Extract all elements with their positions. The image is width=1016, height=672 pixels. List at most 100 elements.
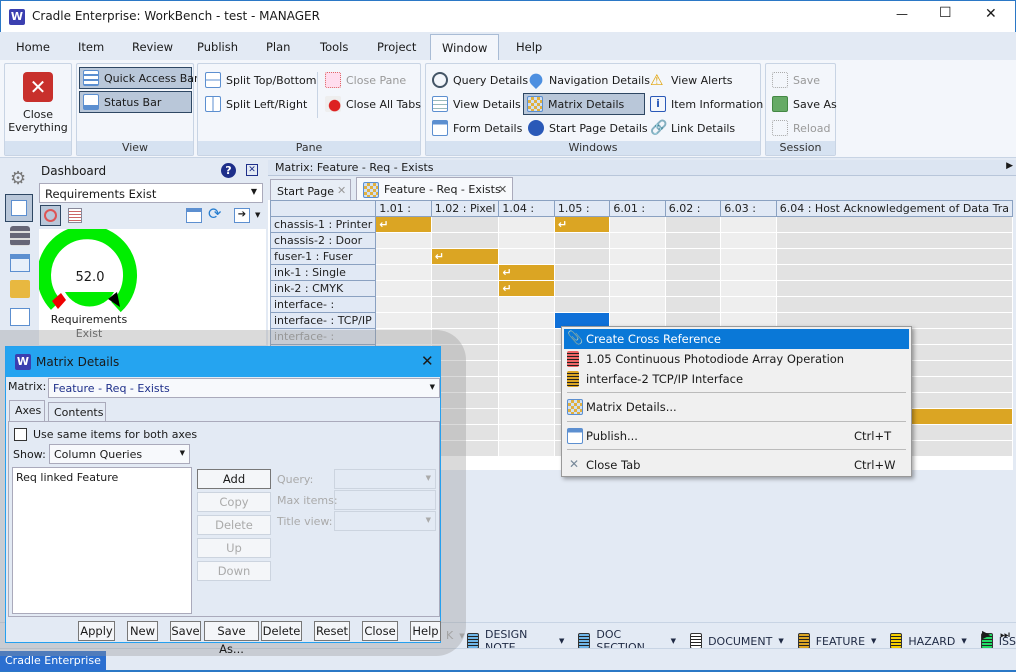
matrix-cell[interactable] [776, 216, 1013, 233]
matrix-cell[interactable] [776, 248, 1013, 265]
matrix-cell[interactable] [776, 280, 1013, 297]
menu-item-create-cross-reference[interactable]: 📎 Create Cross Reference [564, 329, 909, 349]
tab-review[interactable]: Review [132, 40, 173, 54]
list-item[interactable]: Req linked Feature [13, 468, 191, 487]
export-dropdown-icon[interactable]: ▼ [255, 211, 260, 219]
queries-list[interactable]: Req linked Feature [12, 467, 192, 614]
chevron-down-icon[interactable]: ▼ [778, 637, 783, 645]
tab-publish[interactable]: Publish [197, 40, 238, 54]
close-tab-icon[interactable]: ✕ [498, 183, 507, 196]
matrix-cell[interactable] [375, 232, 432, 249]
delete-query-button[interactable]: Delete [197, 515, 271, 535]
matrix-cell[interactable] [665, 232, 722, 249]
matrix-cell[interactable] [431, 280, 500, 297]
matrix-cell[interactable] [498, 232, 555, 249]
close-pane-button[interactable]: Close Pane [322, 69, 409, 91]
matrix-cell[interactable] [609, 296, 666, 313]
toolbar-item[interactable]: FEATURE ▼ [797, 633, 876, 649]
split-left-right-button[interactable]: Split Left/Right [202, 93, 310, 115]
menu-item-requirement[interactable]: 1.05 Continuous Photodiode Array Operati… [564, 349, 909, 369]
column-header[interactable]: 1.04 : [498, 200, 555, 217]
item-information-button[interactable]: i Item Information [647, 93, 766, 115]
matrix-cell[interactable] [720, 280, 777, 297]
matrix-cell[interactable] [498, 376, 555, 393]
matrix-cell[interactable] [375, 280, 432, 297]
row-header[interactable]: ink-1 : Single [269, 264, 377, 281]
matrix-cell[interactable] [498, 440, 555, 457]
matrix-cell[interactable] [665, 264, 722, 281]
start-page-details-button[interactable]: Start Page Details [525, 117, 651, 139]
reset-button[interactable]: Reset [314, 621, 350, 641]
up-button[interactable]: Up [197, 538, 271, 558]
refresh-icon[interactable]: ⟳ [208, 204, 221, 223]
matrix-cell[interactable] [776, 232, 1013, 249]
matrix-cell[interactable] [431, 264, 500, 281]
apply-button[interactable]: Apply [78, 621, 115, 641]
close-tab-icon[interactable]: ✕ [337, 184, 346, 197]
save-as-session-button[interactable]: Save As [769, 93, 840, 115]
matrix-cell[interactable] [665, 216, 722, 233]
title-view-select[interactable]: ▼ [334, 511, 436, 531]
close-button[interactable]: Close [362, 621, 398, 641]
matrix-cell[interactable] [375, 264, 432, 281]
help-icon[interactable]: ? [221, 163, 236, 178]
column-header[interactable]: 6.01 : [609, 200, 666, 217]
link-cell[interactable]: ↵ [375, 216, 432, 233]
link-cell[interactable]: ↵ [431, 248, 500, 265]
column-header[interactable]: 6.03 : [720, 200, 777, 217]
column-header[interactable]: 1.02 : Pixel [430, 200, 500, 217]
matrix-cell[interactable] [498, 216, 555, 233]
matrix-cell[interactable] [665, 280, 722, 297]
help-button[interactable]: Help [410, 621, 441, 641]
row-header[interactable]: chassis-2 : Door [269, 232, 377, 249]
toolbar-item[interactable]: DOCUMENT ▼ [690, 633, 784, 649]
matrix-cell[interactable] [498, 248, 555, 265]
close-dashboard-button[interactable]: ✕ [246, 164, 258, 176]
database-icon[interactable] [10, 226, 30, 246]
folder-icon[interactable] [10, 280, 30, 298]
chevron-down-icon[interactable]: ▼ [961, 637, 966, 645]
link-details-button[interactable]: 🔗 Link Details [647, 117, 738, 139]
show-select[interactable]: Column Queries ▼ [49, 444, 190, 464]
menu-item-close-tab[interactable]: ✕ Close Tab Ctrl+W [564, 455, 909, 475]
max-items-input[interactable] [334, 490, 436, 510]
tab-start-page[interactable]: Start Page ✕ [270, 179, 351, 201]
status-bar-button[interactable]: Status Bar [79, 91, 192, 113]
dashboard-icon[interactable] [5, 194, 33, 222]
column-header[interactable]: 6.04 : Host Acknowledgement of Data Tra [775, 200, 1013, 217]
matrix-cell[interactable] [776, 264, 1013, 281]
save-button[interactable]: Save [170, 621, 201, 641]
save-as-button[interactable]: Save As... [204, 621, 259, 656]
new-button[interactable]: New [127, 621, 158, 641]
close-all-tabs-button[interactable]: Close All Tabs [322, 93, 424, 115]
query-select[interactable]: ▼ [334, 469, 436, 489]
matrix-cell[interactable] [609, 280, 666, 297]
matrix-cell[interactable] [720, 232, 777, 249]
scroll-right-icon[interactable]: ▶ [982, 628, 990, 641]
tab-project[interactable]: Project [377, 40, 416, 54]
matrix-cell[interactable] [609, 264, 666, 281]
tab-item[interactable]: Item [78, 40, 104, 54]
row-header[interactable]: interface- : TCP/IP [269, 312, 377, 329]
chevron-down-icon[interactable]: ▼ [671, 637, 676, 645]
tab-plan[interactable]: Plan [266, 40, 290, 54]
copy-button[interactable]: Copy [197, 492, 271, 512]
row-header[interactable]: chassis-1 : Printer [269, 216, 377, 233]
matrix-cell[interactable] [431, 296, 500, 313]
settings-icon[interactable]: ⚙ [10, 168, 26, 189]
close-everything-icon[interactable]: ✕ [23, 72, 53, 102]
tab-feature-req-exists[interactable]: Feature - Req - Exists ✕ [356, 177, 513, 201]
list-view-icon[interactable] [68, 208, 82, 223]
quick-access-bar-button[interactable]: Quick Access Bar [79, 67, 199, 89]
matrix-cell[interactable] [665, 248, 722, 265]
matrix-cell[interactable] [609, 232, 666, 249]
maximize-button[interactable]: ☐ [939, 5, 952, 21]
matrix-cell[interactable] [375, 312, 432, 329]
down-button[interactable]: Down [197, 561, 271, 581]
menu-item-matrix-details[interactable]: Matrix Details... [564, 397, 909, 417]
matrix-cell[interactable] [498, 408, 555, 425]
matrix-cell[interactable] [776, 296, 1013, 313]
matrix-cell[interactable] [554, 264, 611, 281]
row-header[interactable]: interface- : [269, 296, 377, 313]
matrix-cell[interactable] [720, 264, 777, 281]
